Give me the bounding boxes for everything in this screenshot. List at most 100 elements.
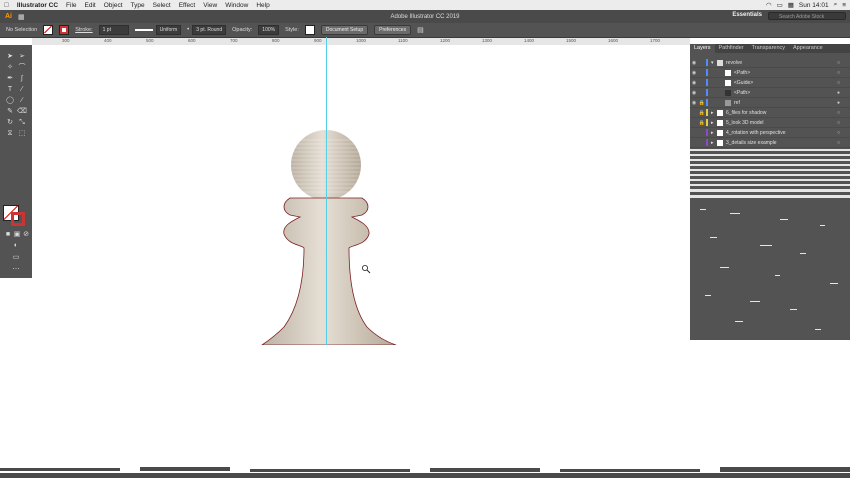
lock-icon[interactable]: 🔒 (698, 120, 706, 126)
zoom-cursor-icon (361, 264, 371, 274)
variable-width-profile[interactable]: Uniform (134, 25, 182, 35)
more-tools-icon[interactable]: ⋯ (11, 265, 21, 274)
pen-tool-icon[interactable]: ✒ (5, 74, 15, 83)
layer-row[interactable]: ◉ <Guide> ○ (690, 78, 850, 88)
ruler-tick: 1600 (608, 38, 619, 43)
layer-name[interactable]: <Path> (734, 70, 750, 76)
wifi-icon[interactable]: ◠ (766, 1, 772, 9)
status-area: ◠ ▭ ▦ Sun 14:01 ⌕ ≡ (766, 0, 846, 10)
width-tool-icon[interactable]: ⧖ (5, 129, 15, 138)
flag-icon[interactable]: ▦ (788, 1, 794, 9)
visibility-icon[interactable]: ◉ (690, 90, 698, 96)
workspace-switcher-icon[interactable]: ▦ (18, 13, 25, 21)
brush-definition[interactable]: • 3 pt. Round (187, 25, 227, 35)
menu-list-icon[interactable]: ≡ (842, 2, 846, 9)
scale-tool-icon[interactable]: ⤡ (17, 118, 27, 127)
layer-row[interactable]: ◉ <Path> ○ (690, 68, 850, 78)
layer-row[interactable]: ◉ <Path> ● (690, 88, 850, 98)
free-transform-tool-icon[interactable]: ⬚ (17, 129, 27, 138)
curvature-tool-icon[interactable]: ∫ (17, 74, 27, 83)
layer-color-swatch (706, 139, 708, 146)
layer-name[interactable]: 5_look 3D model (726, 120, 764, 126)
menu-type[interactable]: Type (127, 2, 149, 9)
vertical-guide[interactable] (326, 37, 327, 345)
ruler-tick: 400 (104, 38, 112, 43)
ellipse-tool-icon[interactable]: ◯ (5, 96, 15, 105)
menu-edit[interactable]: Edit (81, 2, 100, 9)
tab-pathfinder[interactable]: Pathfinder (715, 44, 748, 53)
battery-icon[interactable]: ▭ (777, 1, 783, 9)
layer-row[interactable]: 🔒 ▸ 6_files for shadow ○ (690, 108, 850, 118)
layer-row[interactable]: ▸ 4_rotation with perspective ○ (690, 128, 850, 138)
menu-select[interactable]: Select (149, 2, 175, 9)
tab-appearance[interactable]: Appearance (789, 44, 827, 53)
fill-swatch[interactable] (43, 25, 54, 35)
arrange-icon[interactable]: ▤ (417, 26, 424, 34)
type-tool-icon[interactable]: T (5, 85, 15, 94)
spotlight-icon[interactable]: ⌕ (834, 1, 838, 9)
artboard-canvas[interactable] (32, 45, 690, 345)
preferences-button[interactable]: Preferences (374, 25, 412, 35)
tab-layers[interactable]: Layers (690, 44, 715, 53)
lock-icon[interactable]: 🔒 (698, 110, 706, 116)
layer-row[interactable]: ◉ 🔒 ref ● (690, 98, 850, 108)
eraser-tool-icon[interactable]: ⌫ (17, 107, 27, 116)
layer-name[interactable]: revolve (726, 60, 742, 66)
magic-wand-tool-icon[interactable]: ✧ (5, 63, 15, 72)
visibility-icon[interactable]: ◉ (690, 70, 698, 76)
pawn-artwork[interactable] (32, 45, 690, 345)
target-icon[interactable]: ○ (837, 70, 840, 76)
opacity-field[interactable]: 100% (258, 25, 280, 35)
menu-window[interactable]: Window (221, 2, 252, 9)
app-menu[interactable]: Illustrator CC (13, 2, 62, 9)
target-icon[interactable]: ○ (837, 140, 840, 146)
menu-object[interactable]: Object (100, 2, 127, 9)
visibility-icon[interactable]: ◉ (690, 100, 698, 106)
layer-name[interactable]: 3_details size example (726, 140, 777, 146)
layers-list: ◉ ▾ revolve ○ ◉ <Path> ○ ◉ <Guide> ○ ◉ <… (690, 58, 850, 148)
target-icon[interactable]: ○ (837, 120, 840, 126)
tab-transparency[interactable]: Transparency (748, 44, 789, 53)
menu-view[interactable]: View (199, 2, 221, 9)
workspace-menu[interactable]: Essentials (732, 12, 762, 18)
layer-row[interactable]: 🔒 ▸ 5_look 3D model ○ (690, 118, 850, 128)
layer-row[interactable]: ▸ 3_details size example ○ (690, 138, 850, 148)
target-icon[interactable]: ○ (837, 80, 840, 86)
target-icon[interactable]: ● (837, 90, 840, 96)
menu-file[interactable]: File (62, 2, 80, 9)
screen-mode-icon[interactable]: ▭ (11, 253, 21, 262)
selection-tool-icon[interactable]: ➤ (5, 52, 15, 61)
selection-status: No Selection (6, 27, 38, 33)
visibility-icon[interactable]: ◉ (690, 60, 698, 66)
target-icon[interactable]: ○ (837, 130, 840, 136)
fill-stroke-widget[interactable] (3, 205, 29, 227)
layer-name[interactable]: 4_rotation with perspective (726, 130, 785, 136)
pencil-tool-icon[interactable]: ✎ (5, 107, 15, 116)
stock-search-input[interactable]: Search Adobe Stock (768, 12, 846, 20)
visibility-icon[interactable]: ◉ (690, 80, 698, 86)
none-mode-icon[interactable]: ⊘ (21, 230, 31, 239)
paintbrush-tool-icon[interactable]: ∕ (17, 96, 27, 105)
layer-name[interactable]: ref (734, 100, 740, 106)
layer-row[interactable]: ◉ ▾ revolve ○ (690, 58, 850, 68)
layer-name[interactable]: <Path> (734, 90, 750, 96)
lasso-tool-icon[interactable]: ⌒ (17, 63, 27, 72)
target-icon[interactable]: ● (837, 100, 840, 106)
layer-name[interactable]: <Guide> (734, 80, 753, 86)
line-tool-icon[interactable]: ⁄ (17, 85, 27, 94)
clock[interactable]: Sun 14:01 (799, 2, 829, 9)
menu-help[interactable]: Help (252, 2, 273, 9)
rotate-tool-icon[interactable]: ↻ (5, 118, 15, 127)
lock-icon[interactable]: 🔒 (698, 100, 706, 106)
target-icon[interactable]: ○ (837, 60, 840, 66)
direct-selection-tool-icon[interactable]: ➢ (17, 52, 27, 61)
target-icon[interactable]: ○ (837, 110, 840, 116)
apple-icon[interactable]:  (0, 2, 13, 9)
stroke-swatch[interactable] (59, 25, 70, 35)
stroke-weight-field[interactable]: 1 pt (98, 25, 129, 35)
style-swatch[interactable] (304, 25, 315, 35)
document-setup-button[interactable]: Document Setup (320, 25, 369, 35)
menu-effect[interactable]: Effect (175, 2, 200, 9)
layer-name[interactable]: 6_files for shadow (726, 110, 766, 116)
draw-mode-icon[interactable]: ◐ (11, 241, 21, 250)
